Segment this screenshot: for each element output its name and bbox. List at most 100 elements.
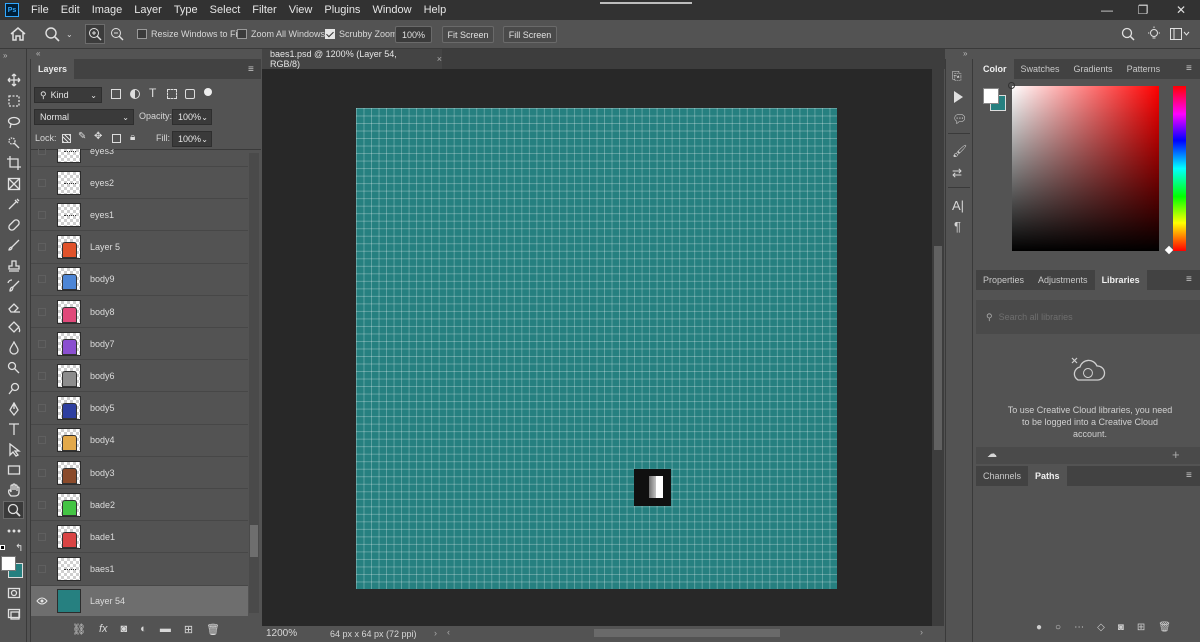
- lightbulb-icon[interactable]: [1146, 25, 1162, 43]
- crop-tool-icon[interactable]: [3, 154, 24, 172]
- add-library-icon[interactable]: +: [1172, 447, 1180, 462]
- lasso-tool-icon[interactable]: [3, 113, 24, 131]
- move-tool-icon[interactable]: [3, 71, 24, 89]
- chevron-right-icon[interactable]: ›: [920, 627, 923, 637]
- layer-row[interactable]: eyes2: [31, 167, 248, 200]
- new-group-icon[interactable]: ▬: [160, 623, 171, 635]
- zoom-in-icon[interactable]: [85, 24, 105, 44]
- swap-colors-icon[interactable]: ↰: [15, 543, 23, 554]
- add-mask-icon[interactable]: ◙: [121, 623, 128, 635]
- right-collapse-icon[interactable]: »: [963, 49, 967, 58]
- pen-tool-icon[interactable]: [3, 400, 24, 418]
- fx-icon[interactable]: fx: [99, 623, 108, 635]
- smart-object-filter-icon[interactable]: [185, 89, 195, 99]
- layer-row[interactable]: body9: [31, 264, 248, 296]
- menu-window[interactable]: Window: [366, 0, 417, 20]
- restore-button[interactable]: ❐: [1124, 0, 1162, 20]
- foreground-color-swatch[interactable]: [983, 88, 999, 104]
- scrubby-zoom-checkbox[interactable]: Scrubby Zoom: [325, 25, 398, 43]
- layers-collapse-icon[interactable]: «: [36, 49, 40, 58]
- tab-paths[interactable]: Paths: [1028, 466, 1067, 486]
- eyedropper-tool-icon[interactable]: [3, 195, 24, 213]
- layer-row[interactable]: eyes1: [31, 199, 248, 232]
- menu-filter[interactable]: Filter: [246, 0, 282, 20]
- visibility-toggle[interactable]: [31, 328, 53, 360]
- lock-artboard-icon[interactable]: [112, 134, 121, 143]
- resize-windows-box[interactable]: [137, 29, 147, 39]
- visibility-toggle[interactable]: [31, 360, 53, 392]
- layer-row[interactable]: eyes3: [31, 149, 248, 167]
- layer-row[interactable]: bade2: [31, 489, 248, 522]
- tab-layers[interactable]: Layers: [31, 59, 75, 79]
- chevron-right-icon[interactable]: ›: [434, 628, 437, 638]
- brush-settings-icon[interactable]: 🖌︎: [952, 144, 967, 158]
- eye-icon[interactable]: [31, 585, 53, 616]
- zoom-tool-active-icon[interactable]: [3, 501, 24, 519]
- path-selection-tool-icon[interactable]: [3, 441, 24, 459]
- layer-row[interactable]: body7: [31, 328, 248, 361]
- search-icon[interactable]: [1121, 25, 1135, 43]
- dodge-burn-tool-icon[interactable]: [3, 380, 24, 398]
- visibility-toggle[interactable]: [31, 553, 53, 585]
- lock-position-icon[interactable]: ✥: [94, 131, 102, 142]
- zoom-level[interactable]: 1200%: [266, 628, 297, 639]
- tab-color[interactable]: Color: [976, 59, 1014, 79]
- panel-menu-icon[interactable]: ≡: [248, 64, 254, 75]
- type-filter-icon[interactable]: T: [149, 86, 156, 100]
- resize-windows-checkbox[interactable]: Resize Windows to Fit: [137, 25, 240, 43]
- frame-tool-icon[interactable]: [3, 175, 24, 193]
- close-tab-icon[interactable]: ×: [437, 54, 442, 64]
- document-tab[interactable]: baes1.psd @ 1200% (Layer 54, RGB/8) ×: [262, 49, 442, 69]
- fill-field[interactable]: 100% ⌄: [172, 131, 212, 147]
- layers-scrollbar-thumb[interactable]: [250, 525, 258, 557]
- history-icon[interactable]: ⎘: [952, 69, 962, 84]
- layers-scrollbar[interactable]: [249, 153, 259, 613]
- hue-slider-marker[interactable]: [1164, 245, 1174, 255]
- menu-image[interactable]: Image: [86, 0, 129, 20]
- canvas-vertical-scrollbar[interactable]: [932, 69, 944, 626]
- delete-path-icon[interactable]: 🗑︎: [1158, 622, 1171, 633]
- visibility-toggle[interactable]: [31, 167, 53, 199]
- library-search-field[interactable]: ⚲ Search all libraries: [976, 300, 1200, 334]
- delete-layer-icon[interactable]: 🗑︎: [206, 623, 220, 636]
- dodge-tool-icon[interactable]: [3, 359, 24, 377]
- comments-icon[interactable]: 💬︎: [952, 112, 967, 126]
- layer-row[interactable]: baes1: [31, 554, 248, 586]
- filter-toggle-icon[interactable]: [204, 88, 212, 96]
- add-mask-icon[interactable]: ◙: [1118, 622, 1124, 633]
- blend-mode-select[interactable]: Normal ⌄: [34, 109, 134, 125]
- visibility-toggle[interactable]: [31, 424, 53, 456]
- load-selection-icon[interactable]: ⋯: [1074, 622, 1084, 633]
- close-button[interactable]: ✕: [1162, 0, 1200, 20]
- visibility-toggle[interactable]: [31, 263, 53, 295]
- character-icon[interactable]: A|: [952, 198, 964, 213]
- quick-mask-icon[interactable]: [3, 584, 24, 602]
- eraser-tool-icon[interactable]: [3, 298, 24, 316]
- workspace-icon[interactable]: [1170, 25, 1190, 43]
- history-brush-tool-icon[interactable]: [3, 277, 24, 295]
- rectangle-tool-icon[interactable]: [3, 461, 24, 479]
- menu-edit[interactable]: Edit: [55, 0, 86, 20]
- quick-select-tool-icon[interactable]: [3, 134, 24, 152]
- layer-row[interactable]: body3: [31, 457, 248, 489]
- canvas-horizontal-scrollbar-thumb[interactable]: [594, 629, 780, 637]
- layer-row[interactable]: body5: [31, 393, 248, 425]
- clone-stamp-tool-icon[interactable]: [3, 257, 24, 275]
- visibility-toggle[interactable]: [31, 199, 53, 231]
- new-layer-icon[interactable]: ⊞: [184, 623, 193, 636]
- paragraph-icon[interactable]: ¶: [954, 219, 961, 234]
- lock-transparent-icon[interactable]: [62, 134, 71, 143]
- paint-bucket-tool-icon[interactable]: [3, 318, 24, 336]
- blur-tool-icon[interactable]: [3, 339, 24, 357]
- menu-file[interactable]: File: [25, 0, 55, 20]
- pixel-filter-icon[interactable]: [111, 89, 121, 99]
- panel-menu-icon[interactable]: ≡: [1186, 274, 1192, 285]
- menu-plugins[interactable]: Plugins: [318, 0, 366, 20]
- canvas-vertical-scrollbar-thumb[interactable]: [934, 246, 942, 450]
- menu-type[interactable]: Type: [168, 0, 204, 20]
- layer-row[interactable]: bade1: [31, 521, 248, 554]
- visibility-toggle[interactable]: [31, 521, 53, 553]
- tab-gradients[interactable]: Gradients: [1067, 59, 1120, 79]
- chevron-left-icon[interactable]: ‹: [447, 627, 450, 637]
- canvas[interactable]: [356, 108, 837, 589]
